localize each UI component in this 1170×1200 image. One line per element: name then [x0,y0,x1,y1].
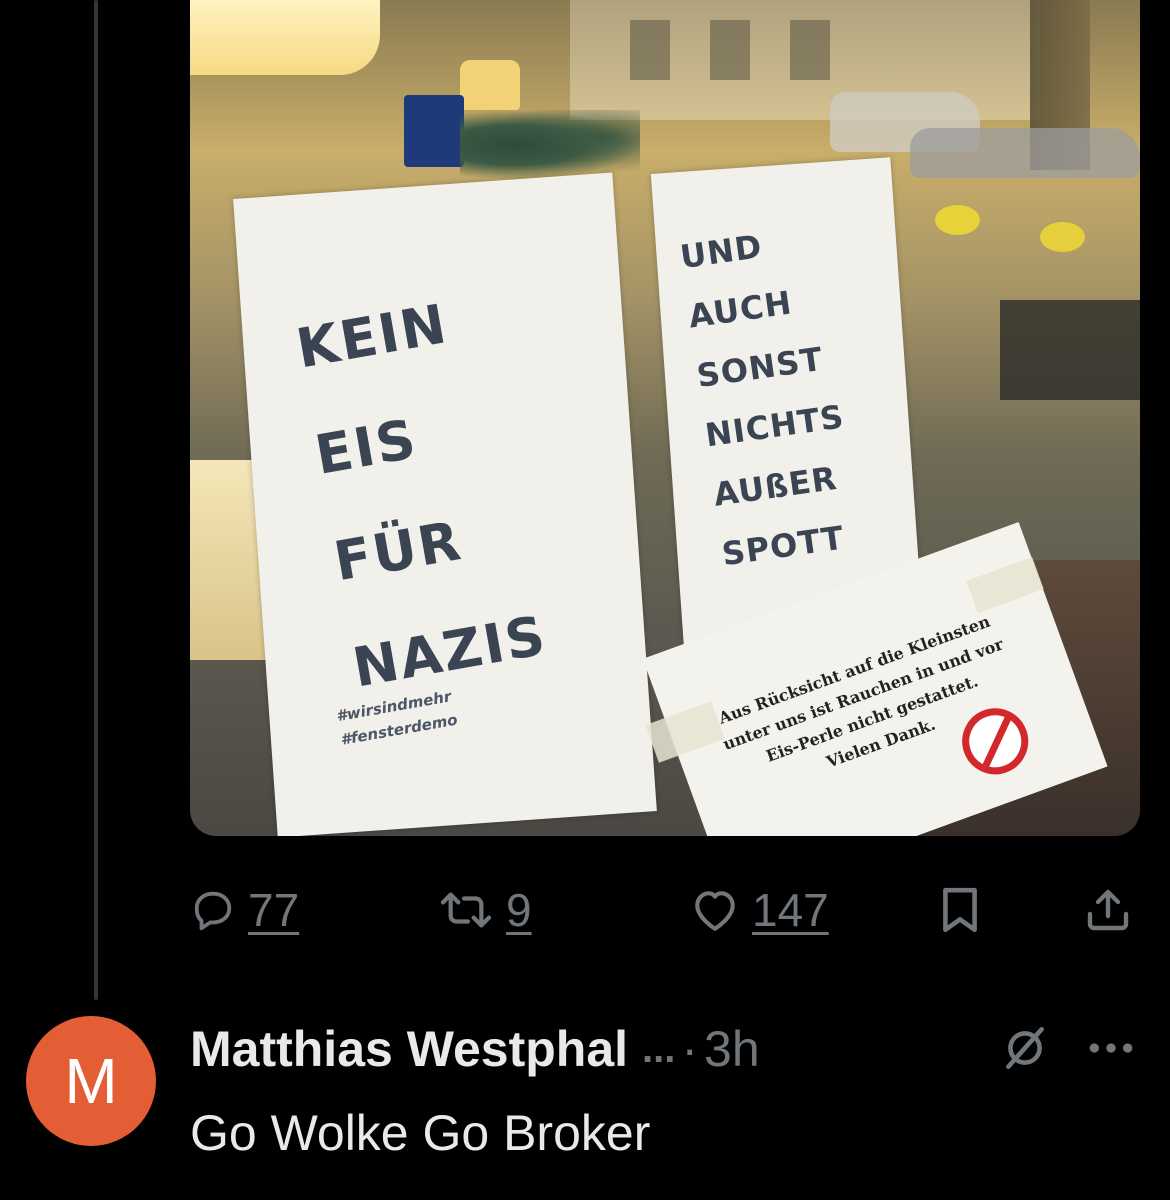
retweet-icon [438,887,494,933]
timestamp[interactable]: 3h [704,1020,760,1078]
photo-bg-lamp [460,60,520,110]
photo-bg-car [910,128,1140,178]
avatar-letter: M [64,1045,118,1117]
notice-text: Aus Rücksicht auf die Kleinsten unter un… [695,602,1041,813]
share-icon [1084,885,1132,935]
reply-text: Go Wolke Go Broker [190,1105,651,1161]
photo-bg-window [710,20,750,80]
tweet-action-bar: 77 9 147 [190,880,1150,940]
thread-line [94,0,98,1000]
photo-bg-window [630,20,670,80]
like-button[interactable]: 147 [690,880,829,940]
comment-icon [190,887,236,933]
photo-bg-flowers [935,205,980,235]
reply-button[interactable]: 77 [190,880,299,940]
retweet-count: 9 [506,884,532,936]
bookmark-button[interactable] [938,880,982,940]
sign-kein-eis: KEIN EIS FÜR NAZIS #wirsindmehr #fenster… [233,172,657,836]
retweet-button[interactable]: 9 [438,880,532,940]
sign-left-text: KEIN EIS FÜR NAZIS [288,263,555,722]
photo-bg-lamp [190,0,380,75]
sign-right-text: UND AUCH SONST NICHTS AUßER SPOTT [676,208,865,584]
reply-header: Matthias Westphal ... · 3h [190,1014,760,1084]
reply-count: 77 [248,884,300,936]
photo-bg-flowers [1040,222,1085,252]
share-button[interactable] [1084,880,1132,940]
bookmark-icon [938,885,982,935]
separator-dot: · [681,1021,699,1077]
photo-bg-blue-sign [404,95,464,167]
heart-icon [690,887,740,933]
more-icon [1086,1038,1136,1063]
tweet-photo[interactable]: KEIN EIS FÜR NAZIS #wirsindmehr #fenster… [190,0,1140,836]
sign-left-hashtags: #wirsindmehr #fensterdemo [334,684,459,752]
avatar[interactable]: M [26,1016,156,1146]
author-name[interactable]: Matthias Westphal [190,1020,628,1078]
like-count: 147 [752,884,829,936]
name-truncation: ... [642,1026,676,1071]
grok-button[interactable] [1000,1020,1050,1080]
grok-icon [1000,1023,1050,1078]
photo-bg-furniture [1000,300,1140,400]
photo-bg-window [790,20,830,80]
photo-bg-plants [460,110,640,180]
more-options-button[interactable] [1086,1020,1136,1080]
